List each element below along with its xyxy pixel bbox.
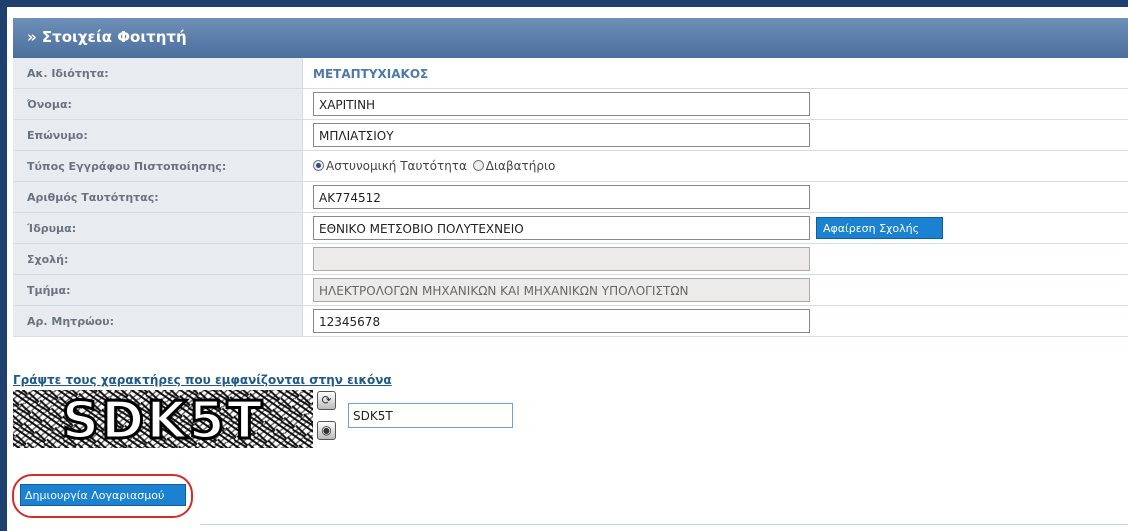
row-document-type: Τύπος Εγγράφου Πιστοποίησης: Αστυνομική …: [13, 151, 1128, 182]
create-account-button[interactable]: Δημιουργία Λογαριασμού: [20, 484, 186, 506]
top-frame-border: [0, 0, 1128, 7]
form-rows: Ακ. Ιδιότητα: ΜΕΤΑΠΤΥΧΙΑΚΟΣ Όνομα: ΧΑΡΙΤ…: [13, 58, 1128, 337]
student-details-panel: » Στοιχεία Φοιτητή Ακ. Ιδιότητα: ΜΕΤΑΠΤΥ…: [13, 18, 1128, 350]
document-type-label: Τύπος Εγγράφου Πιστοποίησης:: [13, 151, 303, 181]
remove-school-button[interactable]: Αφαίρεση Σχολής: [816, 217, 943, 239]
left-frame-border: [0, 0, 7, 531]
id-number-label: Αριθμός Ταυτότητας:: [13, 182, 303, 212]
academic-status-value: ΜΕΤΑΠΤΥΧΙΑΚΟΣ: [313, 67, 429, 81]
registry-number-field[interactable]: 12345678: [313, 309, 810, 333]
row-registry-number: Αρ. Μητρώου: 12345678: [13, 306, 1128, 337]
passport-radio[interactable]: [472, 160, 484, 171]
row-department: Τμήμα: ΗΛΕΚΤΡΟΛΟΓΩΝ ΜΗΧΑΝΙΚΩΝ ΚΑΙ ΜΗΧΑΝΙ…: [13, 275, 1128, 306]
row-school: Σχολή:: [13, 244, 1128, 275]
id-card-radio[interactable]: [313, 160, 324, 171]
academic-status-label: Ακ. Ιδιότητα:: [13, 58, 303, 88]
row-academic-status: Ακ. Ιδιότητα: ΜΕΤΑΠΤΥΧΙΑΚΟΣ: [13, 58, 1128, 89]
document-type-radio-group: Αστυνομική Ταυτότητα Διαβατήριο: [313, 159, 555, 173]
id-card-radio-label: Αστυνομική Ταυτότητα: [326, 159, 467, 173]
captcha-image-text: SDK5T: [62, 391, 265, 448]
captcha-image: SDK5T: [13, 390, 313, 448]
refresh-icon[interactable]: ⟳: [317, 391, 336, 410]
last-name-label: Επώνυμο:: [13, 120, 303, 150]
passport-radio-label: Διαβατήριο: [485, 159, 556, 173]
bottom-divider: [200, 524, 1128, 525]
panel-title: » Στοιχεία Φοιτητή: [13, 18, 1128, 58]
row-last-name: Επώνυμο: ΜΠΛΙΑΤΣΙΟΥ: [13, 120, 1128, 151]
school-label: Σχολή:: [13, 244, 303, 274]
first-name-field[interactable]: ΧΑΡΙΤΙΝΗ: [313, 92, 810, 116]
registry-number-label: Αρ. Μητρώου:: [13, 306, 303, 336]
row-first-name: Όνομα: ΧΑΡΙΤΙΝΗ: [13, 89, 1128, 120]
captcha-prompt-link[interactable]: Γράψτε τους χαρακτήρες που εμφανίζονται …: [13, 373, 392, 387]
first-name-label: Όνομα:: [13, 89, 303, 119]
last-name-field[interactable]: ΜΠΛΙΑΤΣΙΟΥ: [313, 123, 810, 147]
row-institution: Ίδρυμα: ΕΘΝΙΚΟ ΜΕΤΣΟΒΙΟ ΠΟΛΥΤΕΧΝΕΙΟ Αφαί…: [13, 213, 1128, 244]
row-id-number: Αριθμός Ταυτότητας: ΑΚ774512: [13, 182, 1128, 213]
school-field: [313, 247, 810, 271]
department-field: ΗΛΕΚΤΡΟΛΟΓΩΝ ΜΗΧΑΝΙΚΩΝ ΚΑΙ ΜΗΧΑΝΙΚΩΝ ΥΠΟ…: [313, 278, 810, 302]
audio-icon[interactable]: ◉: [317, 421, 336, 440]
captcha-image-graphic: SDK5T: [13, 390, 313, 448]
institution-field[interactable]: ΕΘΝΙΚΟ ΜΕΤΣΟΒΙΟ ΠΟΛΥΤΕΧΝΕΙΟ: [313, 216, 810, 240]
department-label: Τμήμα:: [13, 275, 303, 305]
id-number-field[interactable]: ΑΚ774512: [313, 185, 810, 209]
captcha-input[interactable]: SDK5T: [348, 403, 513, 428]
institution-label: Ίδρυμα:: [13, 213, 303, 243]
